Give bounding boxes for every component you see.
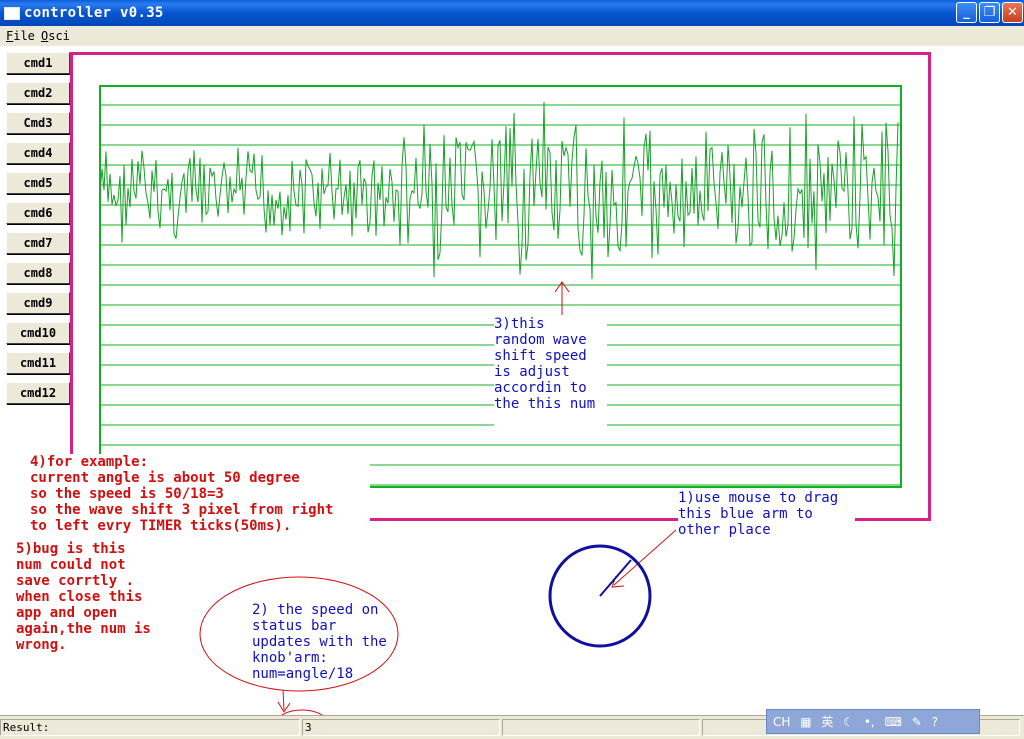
annotation-2: 2) the speed on status bar updates with … — [252, 602, 387, 682]
annotation-3: 3)this random wave shift speed is adjust… — [494, 316, 607, 426]
ime-icon[interactable]: ▦ — [800, 715, 811, 729]
status-label: Result: — [0, 719, 300, 736]
knob-arm[interactable] — [599, 559, 632, 597]
language-bar[interactable]: CH ▦ 英 ☾ •, ⌨ ✎ ? — [766, 709, 980, 734]
punct-icon[interactable]: •, — [864, 715, 875, 729]
lang-ying[interactable]: 英 — [821, 715, 833, 729]
status-speed-value: 3 — [302, 719, 500, 736]
arrow-to-status — [282, 689, 285, 711]
status-pane-3 — [502, 719, 700, 736]
tool-icon[interactable]: ✎ — [912, 715, 922, 729]
moon-icon[interactable]: ☾ — [843, 715, 854, 729]
keyboard-icon[interactable]: ⌨ — [885, 715, 902, 729]
lang-ch[interactable]: CH — [773, 715, 790, 729]
annotation-4: 4)for example: current angle is about 50… — [30, 454, 370, 538]
annotation-1: 1)use mouse to drag this blue arm to oth… — [678, 490, 855, 550]
help-icon[interactable]: ? — [932, 715, 938, 729]
annotation-5: 5)bug is this num could not save corrtly… — [16, 541, 151, 653]
